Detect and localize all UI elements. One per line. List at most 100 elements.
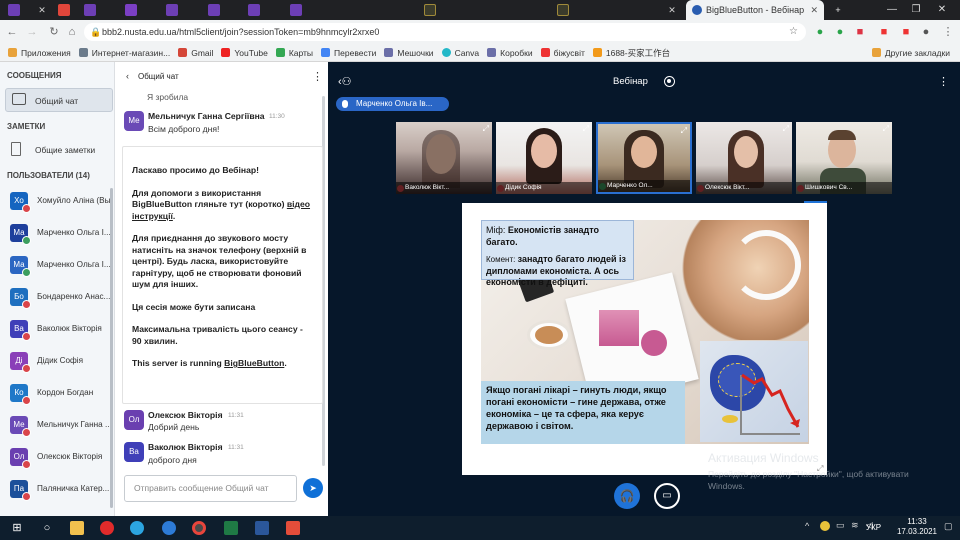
tab-favicon[interactable] — [208, 4, 220, 16]
tab-favicon[interactable] — [8, 4, 20, 16]
bookmark-item[interactable]: Карты — [275, 48, 313, 58]
talking-indicator[interactable]: Марченко Ольга Ів... — [336, 97, 449, 111]
network-icon[interactable]: ▭ — [836, 520, 845, 531]
app-icon[interactable] — [286, 521, 300, 535]
bookmark-item[interactable]: Интернет-магазин... — [78, 48, 170, 58]
search-icon[interactable]: ○ — [40, 521, 54, 535]
media-player-icon[interactable] — [100, 521, 114, 535]
muted-mic-icon — [22, 300, 31, 309]
word-icon[interactable] — [255, 521, 269, 535]
user-list-item[interactable]: Бо Бондаренко Анас... — [8, 288, 112, 312]
presentation-slide[interactable]: Міф: Економістів занадто багато. Комент:… — [462, 203, 827, 475]
minimize-icon[interactable]: — — [880, 0, 904, 20]
webcam-tile[interactable]: ⤢ Шишкович Св... — [796, 122, 892, 194]
user-list-item[interactable]: Ме Мельничук Ганна ... — [8, 416, 112, 440]
users-toggle-icon[interactable]: ‹⚇ — [338, 75, 352, 88]
webcam-tile[interactable]: ⤢ Олексюк Вікт... — [696, 122, 792, 194]
home-icon[interactable]: ⌂ — [64, 24, 80, 40]
close-tab-icon[interactable]: ✕ — [810, 0, 818, 20]
avatar: Ме — [124, 111, 144, 131]
maximize-icon[interactable]: ❐ — [904, 0, 928, 20]
extension-icon[interactable]: ■ — [852, 24, 868, 40]
tab-favicon[interactable] — [166, 4, 178, 16]
tab-favicon[interactable] — [125, 4, 137, 16]
bookmark-item[interactable]: Canva — [441, 48, 479, 58]
user-list-item[interactable]: Ма Марченко Ольга І... — [8, 224, 112, 248]
telegram-icon[interactable] — [130, 521, 144, 535]
tab-favicon[interactable] — [424, 4, 436, 16]
audio-headset-button[interactable]: 🎧 — [614, 483, 640, 509]
bookmark-item[interactable]: Приложения — [8, 48, 71, 58]
bookmark-item[interactable]: біжусвіт — [540, 48, 585, 58]
url-field[interactable]: 🔒 bbb2.nusta.edu.ua/html5client/join?ses… — [84, 23, 806, 41]
close-window-icon[interactable]: ✕ — [930, 0, 954, 20]
extension-icon[interactable]: ■ — [876, 24, 892, 40]
user-list-item[interactable]: Ко Кордон Богдан — [8, 384, 112, 408]
edge-icon[interactable] — [162, 521, 176, 535]
expand-icon[interactable]: ⤢ — [883, 124, 889, 134]
user-list-item[interactable]: Ол Олексюк Вікторія — [8, 448, 112, 472]
tab-favicon[interactable] — [290, 4, 302, 16]
user-list-item[interactable]: Хо Хомуйло Аліна (Вы) — [8, 192, 113, 216]
bookmark-item[interactable]: Gmail — [178, 48, 213, 58]
bookmark-star-icon[interactable]: ☆ — [789, 23, 798, 41]
bookmark-item[interactable]: Коробки — [487, 48, 533, 58]
public-chat-item[interactable]: Общий чат — [5, 88, 113, 112]
users-scrollbar[interactable] — [110, 188, 113, 508]
share-screen-off-button[interactable]: ▭ — [654, 483, 680, 509]
extension-icon[interactable]: ● — [812, 24, 828, 40]
active-tab[interactable]: BigBlueButton - Вебінар ✕ — [686, 0, 824, 20]
close-tab-icon[interactable]: ✕ — [36, 4, 48, 16]
excel-icon[interactable] — [224, 521, 238, 535]
bigbluebutton-link[interactable]: BigBlueButton — [224, 358, 284, 368]
windows-start-icon[interactable]: ⊞ — [10, 521, 24, 535]
recording-indicator-icon[interactable] — [664, 76, 675, 87]
other-bookmarks[interactable]: Другие закладки — [871, 48, 950, 58]
windows-activation-text: Перейдіть до розділу "Настройки", щоб ак… — [708, 469, 909, 491]
active-tab-title: BigBlueButton - Вебінар — [706, 5, 805, 15]
tab-favicon[interactable] — [557, 4, 569, 16]
profile-avatar[interactable]: ● — [918, 24, 934, 40]
user-list-item[interactable]: Па Паляничка Катер... — [8, 480, 112, 504]
message-text: Всім доброго дня! — [148, 124, 220, 134]
forward-icon[interactable]: → — [24, 24, 40, 40]
webcam-tile[interactable]: ⤢ Дідик Софія — [496, 122, 592, 194]
extension-icon[interactable]: ■ — [898, 24, 914, 40]
language-indicator[interactable]: УКР — [866, 523, 881, 532]
close-tab-icon[interactable]: ✕ — [666, 4, 678, 16]
tab-favicon[interactable] — [248, 4, 260, 16]
expand-icon[interactable]: ⤢ — [681, 126, 687, 136]
user-list-item[interactable]: Ма Марченко Ольга І... — [8, 256, 112, 280]
bookmark-item[interactable]: 1688-买家工作台 — [592, 47, 670, 59]
bookmark-item[interactable]: Перевести — [321, 48, 376, 58]
chat-options-icon[interactable]: ⋮ — [312, 70, 323, 83]
clock[interactable]: 11:33 17.03.2021 — [896, 517, 938, 537]
chrome-icon[interactable] — [192, 521, 206, 535]
back-icon[interactable]: ← — [4, 24, 20, 40]
bookmark-item[interactable]: YouTube — [221, 48, 268, 58]
expand-icon[interactable]: ⤢ — [583, 124, 589, 134]
tab-favicon[interactable] — [84, 4, 96, 16]
expand-icon[interactable]: ⤢ — [483, 124, 489, 134]
webcam-tile-active[interactable]: ⤢ Марченко Ол... — [596, 122, 692, 194]
chat-message-input[interactable]: Отправить сообщение Общий чат — [124, 475, 297, 502]
hide-chat-button[interactable]: ‹ — [126, 71, 129, 81]
notifications-icon[interactable]: ▢ — [944, 521, 953, 532]
extension-icon[interactable]: ● — [832, 24, 848, 40]
user-list-item[interactable]: Ва Ваколюк Вікторія — [8, 320, 112, 344]
reload-icon[interactable]: ↻ — [46, 24, 62, 40]
send-message-button[interactable]: ➤ — [303, 478, 323, 498]
expand-icon[interactable]: ⤢ — [783, 124, 789, 134]
tab-favicon[interactable] — [58, 4, 70, 16]
user-list-item[interactable]: Ді Дідик Софія — [8, 352, 112, 376]
tray-app-icon[interactable] — [820, 521, 830, 531]
bookmark-item[interactable]: Мешочки — [384, 48, 434, 58]
new-tab-icon[interactable]: + — [832, 4, 844, 16]
webcam-tile[interactable]: ⤢ Ваколюк Вікт... — [396, 122, 492, 194]
browser-menu-icon[interactable]: ⋮ — [940, 24, 956, 40]
options-menu-icon[interactable]: ⋮ — [938, 75, 949, 88]
shared-notes-item[interactable]: Общие заметки — [8, 140, 112, 162]
file-explorer-icon[interactable] — [70, 521, 84, 535]
tray-expand-icon[interactable]: ^ — [805, 521, 809, 531]
wifi-icon[interactable]: ≋ — [851, 520, 859, 531]
